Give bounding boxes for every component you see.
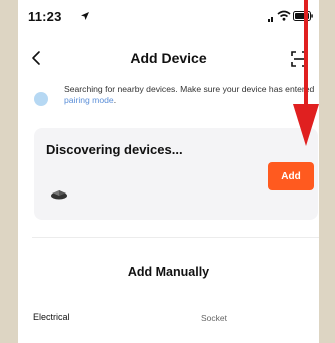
- notice-suffix: .: [113, 95, 117, 105]
- bluetooth-search-icon: [34, 92, 48, 106]
- annotation-arrow: [293, 0, 319, 146]
- discovering-title: Discovering devices...: [46, 142, 183, 157]
- add-button[interactable]: Add: [268, 162, 314, 190]
- page-title: Add Device: [130, 50, 207, 66]
- search-notice: Searching for nearby devices. Make sure …: [32, 84, 317, 116]
- status-bar: 11:23: [18, 0, 319, 34]
- wifi-icon: [277, 10, 291, 21]
- category-socket[interactable]: Socket: [201, 313, 227, 323]
- phone-screen: 11:23 Add Device Searching for nearby de…: [18, 0, 319, 343]
- notice-message: Searching for nearby devices. Make sure …: [64, 84, 315, 94]
- category-electrical[interactable]: Electrical: [33, 312, 70, 322]
- location-arrow-icon: [81, 12, 89, 20]
- pairing-mode-link[interactable]: pairing mode: [64, 95, 114, 105]
- add-manually-title: Add Manually: [127, 265, 210, 279]
- status-time: 11:23: [28, 9, 62, 24]
- nav-bar: Add Device: [18, 40, 319, 76]
- notice-text: Searching for nearby devices. Make sure …: [64, 84, 316, 106]
- divider: [32, 237, 319, 238]
- device-icon: [51, 190, 67, 200]
